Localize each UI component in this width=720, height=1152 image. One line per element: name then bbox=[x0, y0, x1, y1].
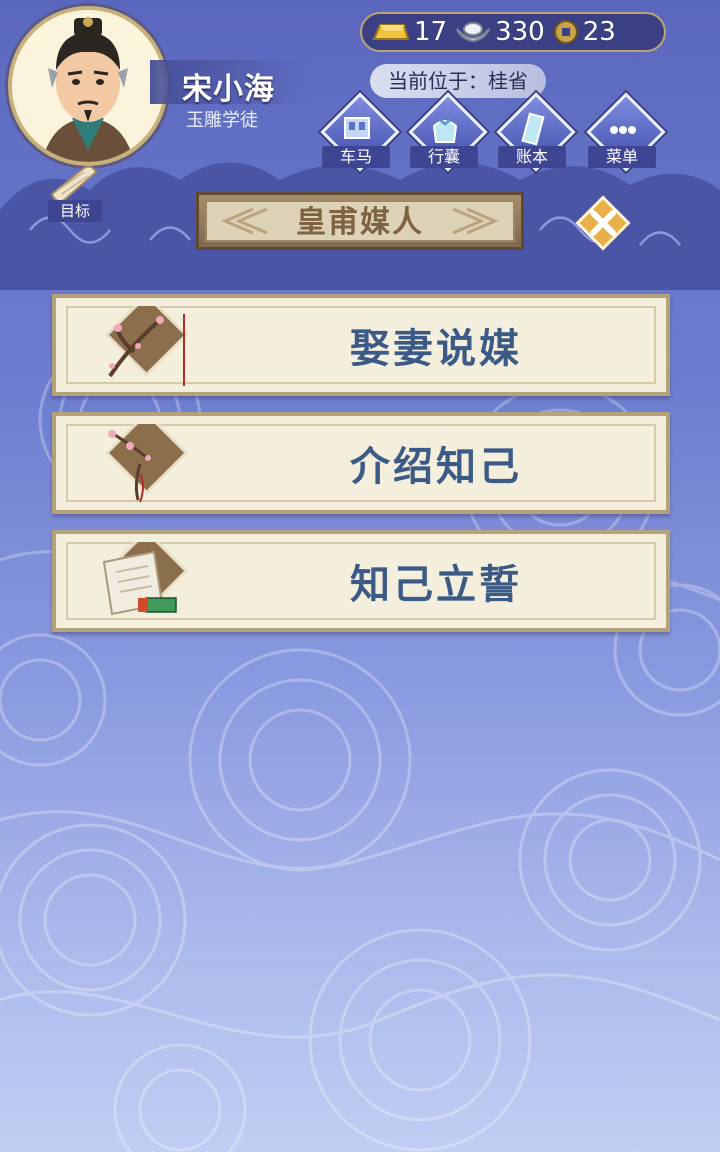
bag-icon bbox=[432, 118, 458, 143]
player-name: 宋小海 bbox=[182, 72, 275, 107]
silver-amount: 330 bbox=[495, 17, 545, 47]
coin-currency: 23 bbox=[553, 17, 616, 47]
nav-bag-label: 行囊 bbox=[410, 146, 478, 168]
gold-currency: 17 bbox=[370, 17, 447, 47]
close-icon bbox=[575, 195, 631, 251]
option-introduce-confidant[interactable]: 介绍知己 bbox=[52, 412, 670, 514]
coin-amount: 23 bbox=[582, 17, 616, 47]
option-label: 介绍知己 bbox=[350, 444, 522, 490]
scroll-seal-icon bbox=[102, 542, 189, 616]
panel-title: 皇甫媒人 bbox=[296, 205, 424, 240]
silver-currency: 330 bbox=[455, 17, 545, 47]
option-label: 娶妻说媒 bbox=[350, 326, 522, 372]
gold-bar-icon bbox=[372, 24, 410, 40]
option-confidant-vow[interactable]: 知己立誓 bbox=[52, 530, 670, 632]
carriage-icon bbox=[344, 117, 370, 139]
goal-label: 目标 bbox=[48, 200, 102, 222]
goal-button[interactable]: 目标 bbox=[44, 164, 106, 226]
gold-amount: 17 bbox=[414, 17, 448, 47]
panel-title-banner: 皇甫媒人 bbox=[196, 192, 524, 250]
close-button[interactable] bbox=[574, 194, 632, 252]
plum-blossom-icon bbox=[104, 424, 189, 503]
plum-blossom-icon bbox=[104, 306, 189, 386]
option-marriage-proposal[interactable]: 娶妻说媒 bbox=[52, 294, 670, 396]
nav-carriage-label: 车马 bbox=[322, 146, 390, 168]
silver-ingot-icon bbox=[456, 22, 491, 43]
scroll-icon bbox=[50, 165, 98, 203]
nav-carriage-button[interactable]: 车马 bbox=[320, 92, 400, 172]
player-title: 玉雕学徒 bbox=[186, 110, 258, 131]
nav-menu-label: 菜单 bbox=[588, 146, 656, 168]
location-badge: 当前位于：桂省 bbox=[370, 64, 546, 98]
player-avatar[interactable] bbox=[8, 6, 168, 166]
copper-coin-icon bbox=[553, 20, 578, 44]
option-label: 知己立誓 bbox=[350, 562, 522, 608]
nav-ledger-label: 账本 bbox=[498, 146, 566, 168]
ledger-icon bbox=[521, 112, 545, 146]
menu-dots-icon bbox=[610, 126, 636, 134]
nav-ledger-button[interactable]: 账本 bbox=[496, 92, 576, 172]
portrait-icon bbox=[12, 10, 164, 162]
nav-bag-button[interactable]: 行囊 bbox=[408, 92, 488, 172]
currency-bar: 17 330 23 bbox=[360, 12, 666, 52]
nav-menu-button[interactable]: 菜单 bbox=[586, 92, 666, 172]
